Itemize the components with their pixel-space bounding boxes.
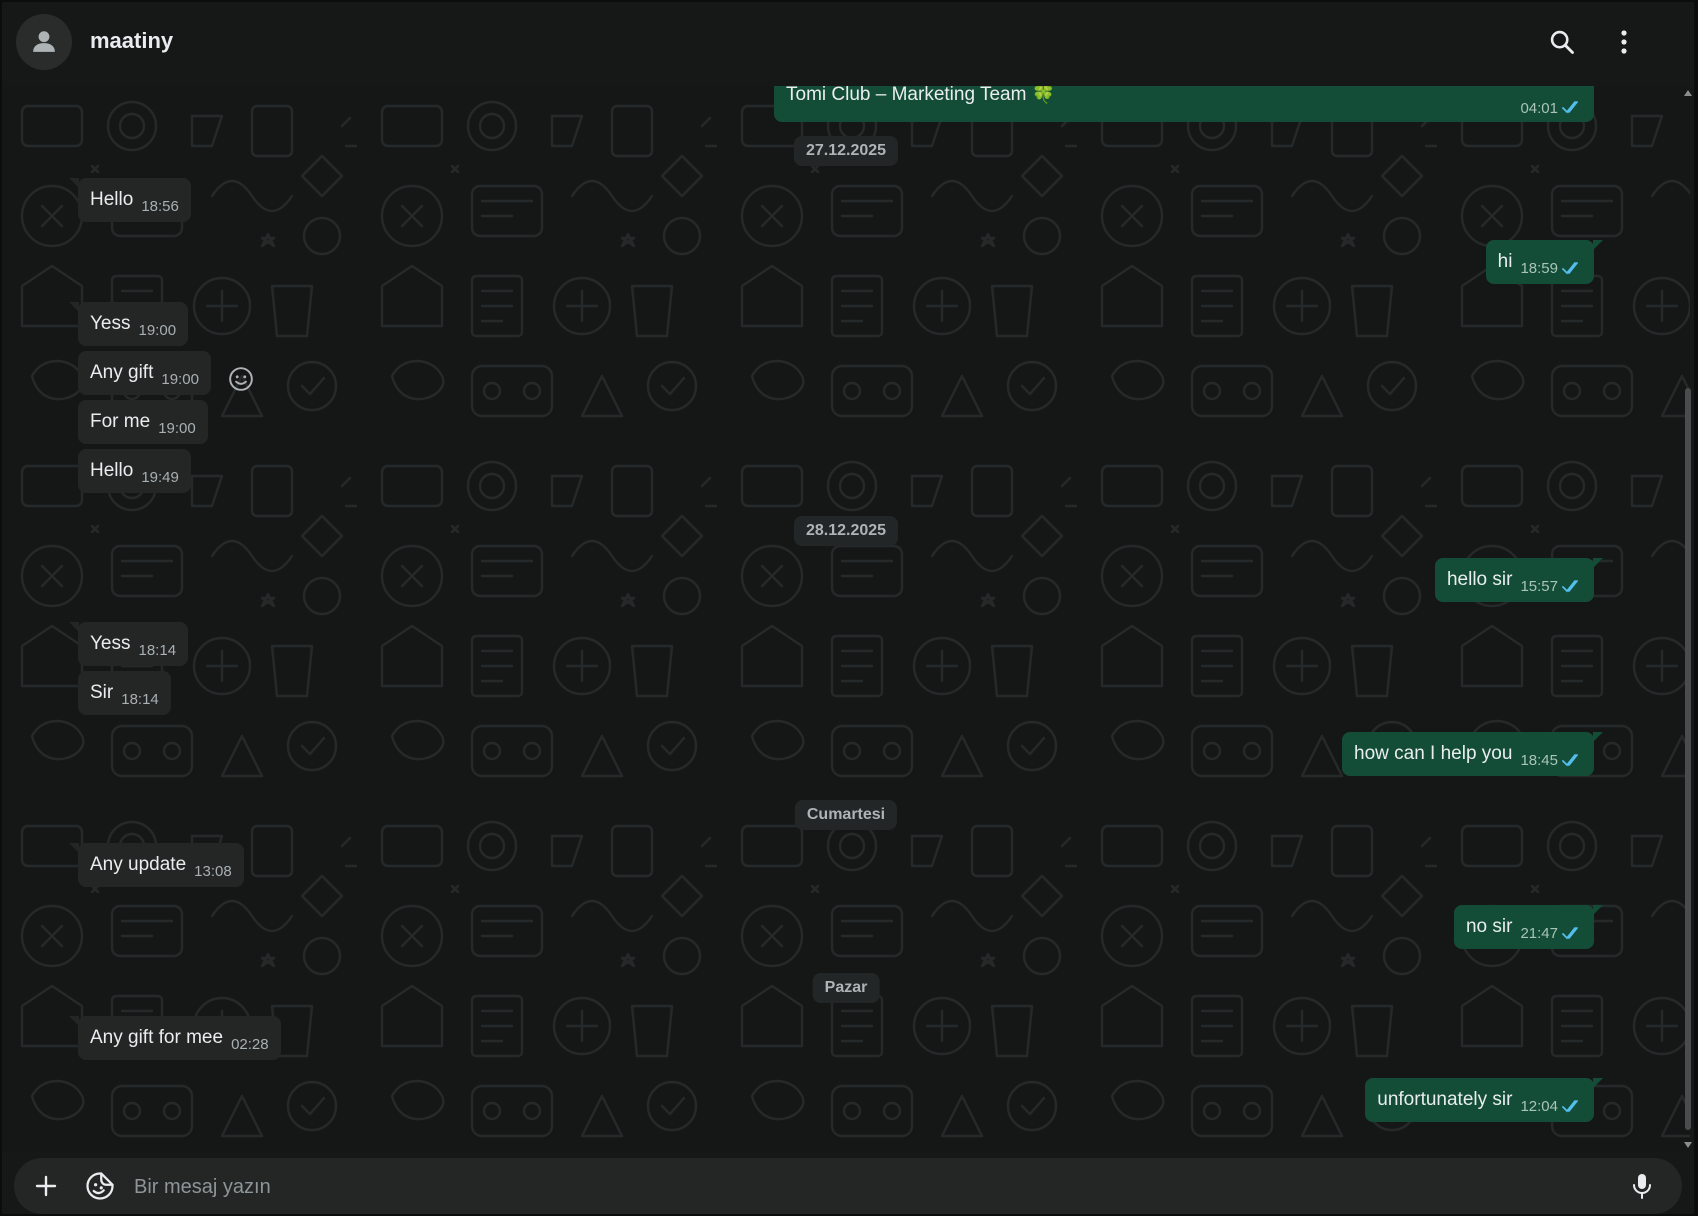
message-input[interactable]: [132, 1166, 1576, 1208]
scroll-up-arrow[interactable]: [1684, 90, 1692, 96]
more-vertical-icon: [1621, 30, 1627, 54]
message-bubble-in[interactable]: Sir 18:14: [78, 671, 171, 715]
plus-icon: [35, 1175, 57, 1197]
message-text: no sir: [1465, 916, 1513, 937]
smiley-icon: [229, 367, 253, 391]
date-separator: 27.12.2025: [793, 136, 899, 166]
message-list[interactable]: Tomi Club – Marketing Team 🍀 04:01 27.12…: [2, 86, 1690, 1152]
message-time: 21:47: [1520, 924, 1558, 942]
message-time: 19:00: [138, 321, 177, 339]
message-text: hello sir: [1446, 569, 1513, 590]
message-text: For me: [90, 411, 151, 432]
message-text: Yess: [90, 313, 131, 334]
message-bubble-in[interactable]: Hello 19:49: [78, 449, 191, 493]
message-time: 18:45: [1520, 751, 1558, 769]
message-time: 04:01: [1520, 100, 1558, 117]
message-bubble-out[interactable]: unfortunately sir 12:04: [1365, 1078, 1603, 1122]
read-receipt-icon: [1562, 261, 1582, 275]
message-time: 18:56: [141, 197, 179, 215]
date-separator: Pazar: [812, 973, 880, 1003]
attach-button[interactable]: [28, 1168, 64, 1204]
search-icon: [1550, 30, 1574, 54]
message-text: how can I help you: [1354, 743, 1513, 764]
read-receipt-icon: [1562, 753, 1582, 767]
message-bubble-out[interactable]: Tomi Club – Marketing Team 🍀 04:01: [774, 86, 1594, 122]
sticker-button[interactable]: [82, 1168, 118, 1204]
date-separator: Cumartesi: [794, 800, 898, 830]
message-bubble-out[interactable]: hi 18:59: [1485, 240, 1604, 284]
read-receipt-icon: [1562, 100, 1582, 114]
message-bubble-out[interactable]: how can I help you 18:45: [1342, 732, 1603, 776]
read-receipt-icon: [1562, 926, 1582, 940]
message-text: Any gift: [90, 362, 154, 383]
read-receipt-icon: [1562, 1099, 1582, 1113]
message-bubble-out[interactable]: no sir 21:47: [1453, 905, 1604, 949]
message-bubble-in[interactable]: Any gift for mee 02:28: [69, 1016, 281, 1060]
message-text: Any gift for mee: [90, 1027, 224, 1048]
message-time: 13:08: [194, 862, 232, 880]
scrollbar-thumb[interactable]: [1685, 388, 1691, 1130]
react-emoji-button[interactable]: [228, 366, 254, 392]
message-text: Hello: [90, 460, 134, 481]
message-bubble-out[interactable]: hello sir 15:57: [1434, 558, 1604, 602]
read-receipt-icon: [1562, 579, 1582, 593]
message-bubble-in[interactable]: Any gift 19:00: [78, 351, 211, 395]
message-text: Tomi Club – Marketing Team 🍀: [786, 86, 1056, 105]
menu-button[interactable]: [1606, 24, 1642, 60]
message-text: Hello: [90, 189, 134, 210]
message-time: 15:57: [1520, 577, 1558, 595]
message-time: 18:14: [121, 690, 159, 708]
message-text: Sir: [90, 682, 114, 703]
message-time: 02:28: [231, 1035, 269, 1053]
message-bubble-in[interactable]: Yess 19:00: [68, 302, 189, 346]
message-bubble-in[interactable]: Any update 13:08: [69, 843, 244, 887]
message-text: Yess: [90, 633, 131, 654]
chat-scrollbar[interactable]: [1682, 86, 1692, 1152]
message-time: 12:04: [1520, 1097, 1558, 1115]
message-text: hi: [1497, 251, 1513, 272]
message-text: Any update: [90, 854, 187, 875]
message-bubble-in[interactable]: For me 19:00: [78, 400, 208, 444]
contact-name[interactable]: maatiny: [90, 28, 173, 54]
message-bubble-in[interactable]: Yess 18:14: [68, 622, 189, 666]
message-time: 19:00: [161, 370, 199, 388]
message-time: 19:49: [141, 468, 179, 486]
sticker-icon: [86, 1172, 114, 1200]
microphone-icon: [1633, 1174, 1651, 1199]
search-button[interactable]: [1544, 24, 1580, 60]
avatar[interactable]: [16, 14, 72, 70]
message-text: unfortunately sir: [1377, 1089, 1513, 1110]
chat-header: maatiny: [2, 2, 1694, 86]
date-separator: 28.12.2025: [793, 516, 899, 546]
message-bubble-in[interactable]: Hello 18:56: [69, 178, 191, 222]
voice-message-button[interactable]: [1624, 1168, 1660, 1204]
message-time: 19:00: [158, 419, 196, 437]
message-time: 18:59: [1520, 259, 1558, 277]
person-icon: [33, 31, 55, 52]
scroll-down-arrow[interactable]: [1684, 1142, 1692, 1148]
message-time: 18:14: [138, 641, 177, 659]
message-composer: [14, 1158, 1682, 1214]
chat-window: maatiny Tomi Club – Marketing Team 🍀 04:…: [2, 2, 1694, 1214]
